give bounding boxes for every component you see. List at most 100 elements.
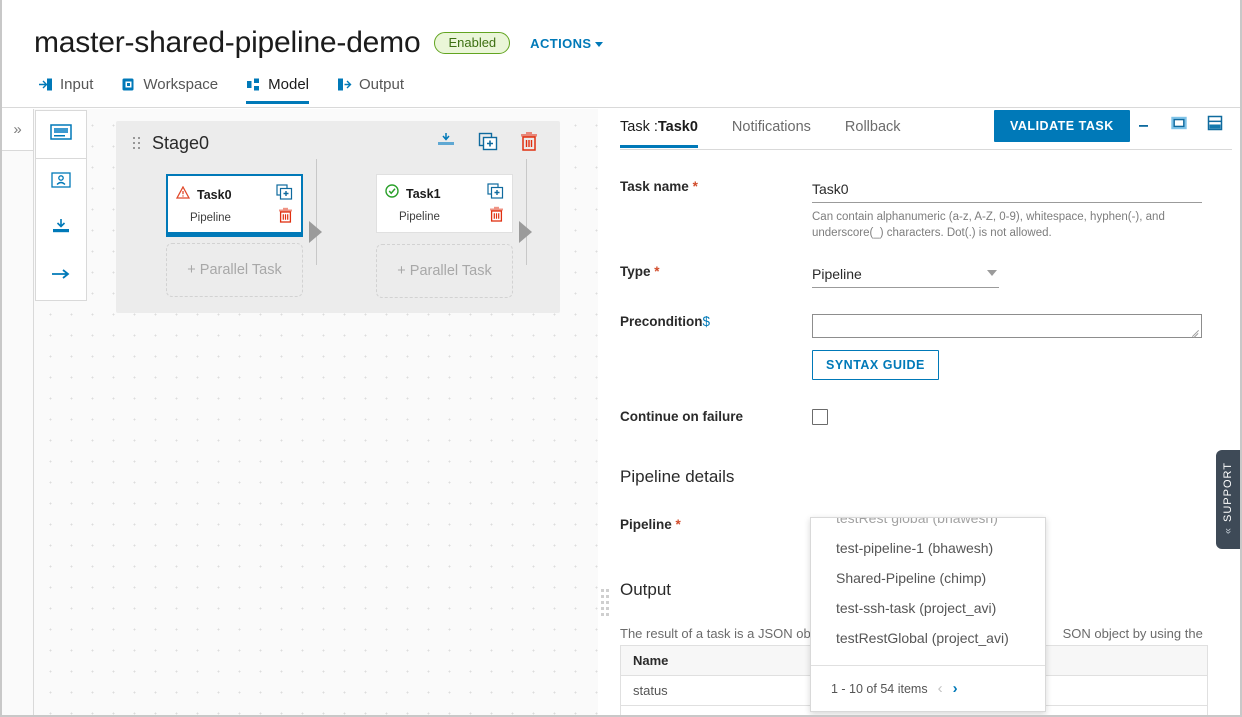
precondition-textarea[interactable] [812,314,1202,339]
tab-input[interactable]: Input [38,76,93,104]
field-task-name: Task name * Can contain alphanumeric (a-… [612,179,1240,241]
add-parallel-task-button-0[interactable]: + Parallel Task [166,243,303,297]
model-icon [246,77,261,92]
title-row: master-shared-pipeline-demo Enabled ACTI… [34,26,604,60]
task-tool-icon [50,171,72,194]
delete-stage-icon[interactable] [520,131,538,156]
input-icon [38,77,53,92]
task-card-task0[interactable]: Task0 Pipeline [166,174,303,237]
chevron-right-icon[interactable]: › [953,680,958,697]
actions-menu-button[interactable]: ACTIONS [530,35,604,51]
continue-on-failure-value [812,409,1240,426]
sidebar-collapse-button[interactable]: » [2,109,34,151]
minimize-icon[interactable] [1137,116,1151,135]
task-column-1: Task1 Pipeline + Parallel Task [376,174,513,298]
import-tool-icon [50,218,72,241]
required-marker: * [654,264,660,280]
type-select-wrapper: Pipeline [812,264,999,289]
task-details-panel: Task :Task0 Notifications Rollback VALID… [612,109,1240,715]
add-parallel-task-button-1[interactable]: + Parallel Task [376,244,513,298]
precondition-label-text: Precondition [620,314,703,330]
panel-splitter[interactable] [598,109,612,715]
tab-task[interactable]: Task :Task0 [620,119,698,148]
import-tool-button[interactable] [36,206,86,253]
tab-model[interactable]: Model [246,76,309,104]
duplicate-stage-icon[interactable] [478,132,498,156]
success-icon [385,184,399,203]
dropdown-item-1[interactable]: test-pipeline-1 (bhawesh) [811,533,1045,563]
type-field-label: Type * [612,264,812,279]
pipeline-dropdown-footer: 1 - 10 of 54 items ‹ › [811,665,1045,711]
arrow-tool-button[interactable] [36,253,86,300]
arrow-tool-icon [50,266,72,287]
stage-tool-icon [50,124,72,145]
chevron-double-right-icon: » [13,121,22,138]
type-label-text: Type [620,264,651,280]
status-badge: Enabled [434,32,511,54]
task-card-type-row: Pipeline [190,207,293,228]
sidebar-rail [2,151,34,715]
task-connector-line-1 [526,159,527,265]
splitter-grip-icon [601,589,609,629]
page-header: master-shared-pipeline-demo Enabled ACTI… [2,0,1240,108]
field-precondition: Precondition$ SYNTAX GUIDE [612,314,1240,381]
split-icon[interactable] [1207,115,1223,136]
output-description-line1: The result of a task is a JSON object [620,626,831,642]
task-name-label: Task0 [197,187,232,202]
task-tool-button[interactable] [36,159,86,206]
syntax-guide-button[interactable]: SYNTAX GUIDE [812,350,939,381]
support-tab[interactable]: SUPPORT » [1216,450,1240,549]
precondition-field-value: SYNTAX GUIDE [812,314,1240,381]
task-name-label: Task1 [406,186,441,201]
maximize-icon[interactable] [1171,116,1187,135]
stage-header: Stage0 [116,121,560,166]
stage-name: Stage0 [152,133,210,153]
required-marker: * [692,179,698,194]
continue-on-failure-label: Continue on failure [620,409,743,425]
tab-model-label: Model [268,76,309,93]
dropdown-item-0[interactable]: testRest global (bhawesh) [811,518,1045,533]
task-column-0: Task0 Pipeline + Parallel Task [166,174,303,297]
delete-task-icon[interactable] [278,207,293,228]
workspace-icon [121,77,136,92]
task-type-label: Pipeline [399,210,440,223]
field-continue-on-failure: Continue on failure [612,409,1240,426]
actions-label: ACTIONS [530,35,592,51]
task-card-task1[interactable]: Task1 Pipeline [376,174,513,233]
chevron-double-left-icon: » [1222,528,1234,535]
duplicate-task-icon[interactable] [276,184,293,205]
output-description-line1-tail: SON object by using the [1062,626,1203,642]
precondition-field-label: Precondition$ [612,314,812,329]
task-name-input[interactable] [812,179,1202,203]
delete-task-icon[interactable] [489,206,504,227]
stage-tool-button[interactable] [36,111,86,158]
task-name-field-value: Can contain alphanumeric (a-z, A-Z, 0-9)… [812,179,1240,241]
tab-output-label: Output [359,76,405,93]
pipeline-field-label: Pipeline * [612,517,812,532]
continue-on-failure-checkbox[interactable] [812,409,828,426]
resize-grip-icon[interactable] [1191,327,1200,339]
import-stage-icon[interactable] [436,132,456,155]
task-name-help-text: Can contain alphanumeric (a-z, A-Z, 0-9)… [812,211,1165,239]
tab-output[interactable]: Output [337,76,404,104]
task-connector-arrow-1 [519,221,532,243]
tab-workspace[interactable]: Workspace [121,76,218,104]
tab-notifications[interactable]: Notifications [732,119,811,148]
chevron-left-icon[interactable]: ‹ [938,680,943,697]
validate-task-button[interactable]: VALIDATE TASK [994,110,1130,142]
tab-rollback[interactable]: Rollback [845,119,901,148]
dropdown-item-2[interactable]: Shared-Pipeline (chimp) [811,563,1045,593]
task-connector-arrow-0 [309,221,322,243]
type-select[interactable]: Pipeline [812,264,999,289]
pipeline-dropdown[interactable]: testRest global (bhawesh) test-pipeline-… [810,517,1046,712]
dropdown-item-3[interactable]: test-ssh-task (project_avi) [811,593,1045,623]
tab-task-prefix: Task : [620,118,658,135]
panel-tab-divider [620,149,1232,150]
duplicate-task-icon[interactable] [487,183,504,204]
drag-handle-icon[interactable] [133,136,142,151]
pipeline-canvas[interactable]: Stage0 Task0 Pipeline + Parallel Task Ta… [34,109,602,715]
task-name-field-label: Task name * [612,179,812,194]
task-connector-line-0 [316,159,317,265]
stage-container[interactable]: Stage0 Task0 Pipeline + Parallel Task Ta… [116,121,560,313]
dropdown-item-4[interactable]: testRestGlobal (project_avi) [811,623,1045,653]
